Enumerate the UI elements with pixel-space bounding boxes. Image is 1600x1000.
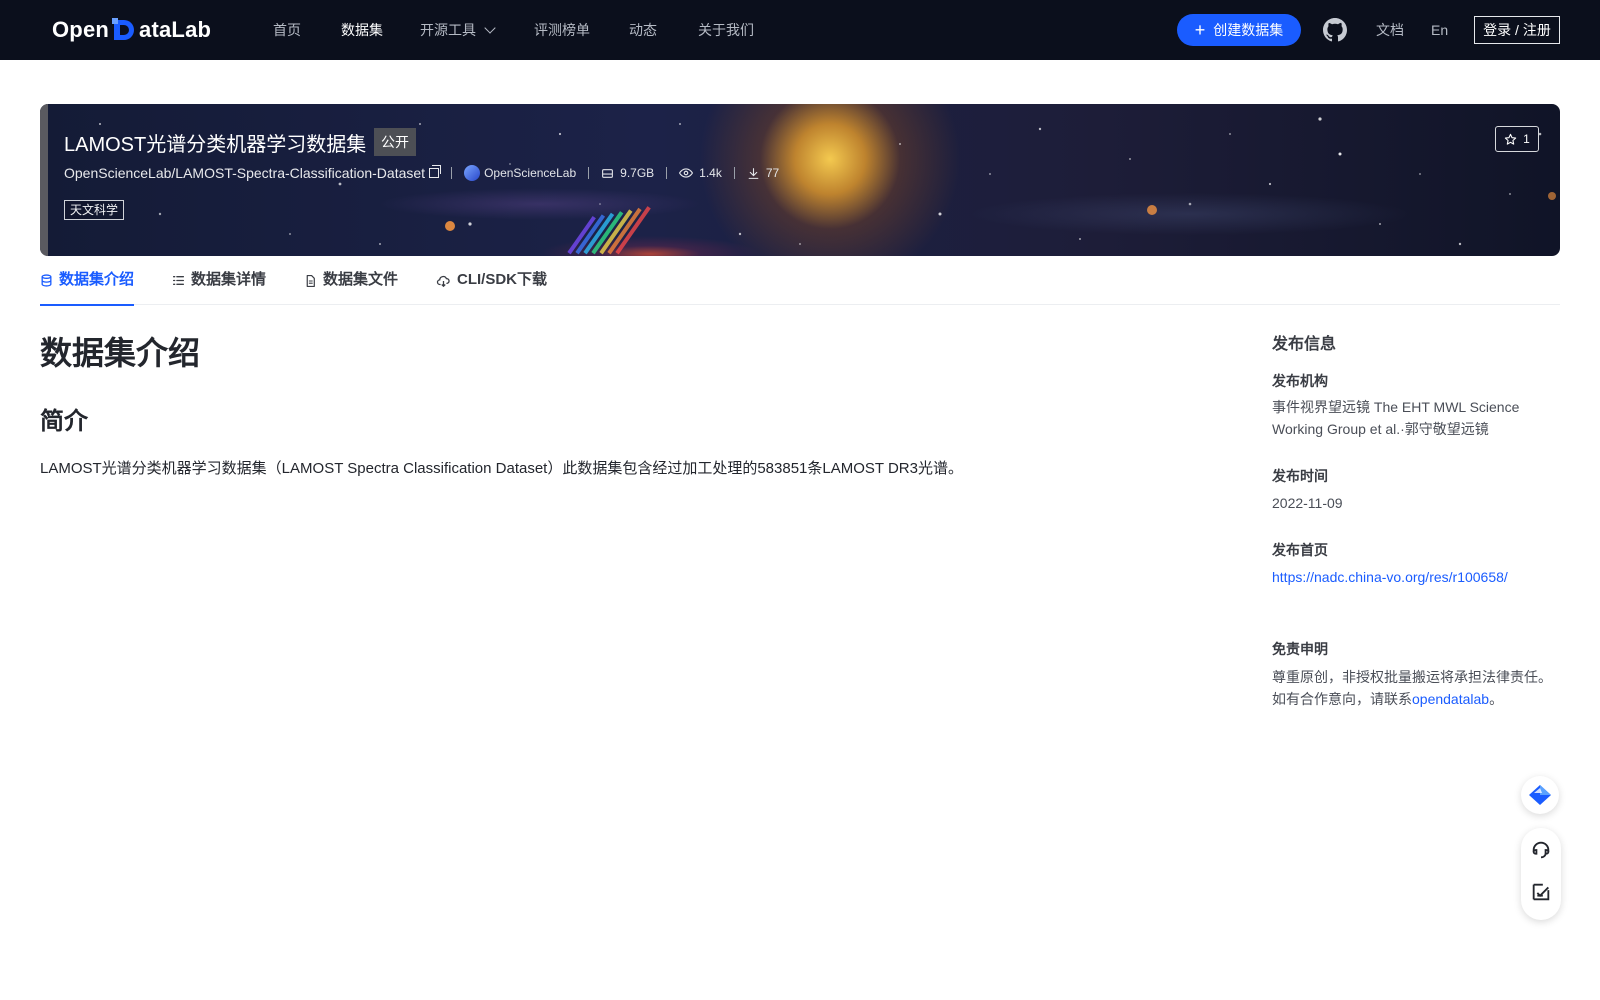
disclaimer-label: 免责申明 [1272, 641, 1328, 657]
dataset-banner: LAMOST光谱分类机器学习数据集 公开 1 OpenScienceLab/LA… [40, 104, 1560, 256]
customer-service-button[interactable] [1529, 838, 1553, 862]
divider [666, 167, 668, 179]
feedback-button[interactable] [1529, 880, 1553, 904]
tab-details[interactable]: 数据集详情 [172, 265, 266, 305]
release-info-title: 发布信息 [1272, 336, 1337, 353]
headset-icon [1532, 841, 1550, 859]
category-tag[interactable]: 天文科学 [64, 200, 125, 220]
github-icon[interactable] [1323, 18, 1347, 42]
dataset-title: LAMOST光谱分类机器学习数据集 [64, 134, 367, 156]
contact-link[interactable]: opendatalab [1412, 691, 1489, 707]
nav-open-source-tools-label: 开源工具 [420, 22, 476, 38]
divider [451, 167, 453, 179]
dataset-size: 9.7GB [620, 166, 655, 180]
nav-leaderboard[interactable]: 评测榜单 [534, 0, 590, 60]
plus-icon: + [1194, 20, 1206, 40]
disclaimer-prefix: 如有合作意向，请联系 [1272, 691, 1412, 707]
repo-path: OpenScienceLab/LAMOST-Spectra-Classifica… [64, 165, 426, 181]
tab-files-label: 数据集文件 [323, 271, 399, 288]
disclaimer-text: 尊重原创，非授权批量搬运将承担法律责任。 如有合作意向，请联系opendatal… [1272, 666, 1562, 710]
list-icon [172, 276, 185, 285]
floating-toolbar [1521, 828, 1561, 920]
nav-news[interactable]: 动态 [629, 0, 657, 60]
edit-note-icon [1532, 883, 1550, 901]
tab-details-label: 数据集详情 [191, 271, 267, 288]
dataset-tabs: 数据集介绍 数据集详情 数据集文件 CLI/SDK下载 [40, 265, 1560, 306]
download-count: 77 [765, 166, 780, 180]
brand-logo[interactable]: Open ataLab [52, 14, 211, 46]
nav-home[interactable]: 首页 [273, 0, 301, 60]
owner-name[interactable]: OpenScienceLab [484, 166, 576, 180]
star-icon [1504, 133, 1517, 145]
publish-date-label: 发布时间 [1272, 468, 1328, 484]
owner-avatar [464, 165, 481, 181]
divider [588, 167, 590, 179]
disclaimer-line-2: 如有合作意向，请联系opendatalab。 [1272, 688, 1562, 710]
nav-docs[interactable]: 文档 [1376, 0, 1404, 60]
tab-introduction-label: 数据集介绍 [59, 271, 135, 288]
tab-introduction[interactable]: 数据集介绍 [40, 265, 135, 306]
homepage-label: 发布首页 [1272, 542, 1328, 558]
homepage-link[interactable]: https://nadc.china-vo.org/res/r100658/ [1272, 566, 1562, 588]
create-dataset-label: 创建数据集 [1213, 22, 1284, 38]
dataset-description: LAMOST光谱分类机器学习数据集（LAMOST Spectra Classif… [40, 460, 963, 477]
publish-date-value: 2022-11-09 [1272, 495, 1343, 511]
nav-language-switch[interactable]: En [1431, 0, 1448, 60]
download-icon [748, 167, 759, 179]
disclaimer-suffix: 。 [1489, 691, 1504, 707]
assistant-float-button[interactable] [1521, 776, 1559, 814]
nav-datasets[interactable]: 数据集 [341, 0, 383, 60]
tab-cli-sdk-label: CLI/SDK下载 [457, 271, 548, 288]
tab-files[interactable]: 数据集文件 [304, 265, 398, 305]
divider [733, 167, 735, 179]
star-button[interactable]: 1 [1495, 126, 1539, 152]
publisher-label: 发布机构 [1272, 373, 1328, 389]
cloud-download-icon [436, 275, 450, 288]
nav-open-source-tools[interactable]: 开源工具 [420, 0, 496, 60]
diamond-logo-icon [1529, 785, 1551, 805]
login-register-button[interactable]: 登录 / 注册 [1474, 16, 1560, 44]
storage-icon [602, 168, 614, 178]
eye-icon [679, 168, 694, 178]
database-icon [41, 274, 52, 287]
disclaimer-line-1: 尊重原创，非授权批量搬运将承担法律责任。 [1272, 669, 1552, 685]
banner-accent-bar [40, 104, 48, 256]
section-heading: 简介 [40, 408, 88, 435]
publisher-value: 事件视界望远镜 The EHT MWL Science Working Grou… [1272, 399, 1520, 437]
dataset-meta-row: OpenScienceLab/LAMOST-Spectra-Classifica… [64, 164, 779, 182]
file-icon [306, 274, 315, 288]
tab-cli-sdk-download[interactable]: CLI/SDK下载 [436, 265, 547, 305]
page-title: 数据集介绍 [40, 335, 201, 371]
star-count: 1 [1523, 132, 1530, 146]
create-dataset-button[interactable]: + 创建数据集 [1177, 14, 1301, 46]
visibility-badge: 公开 [374, 128, 416, 156]
nav-about[interactable]: 关于我们 [698, 0, 754, 60]
copy-icon[interactable] [429, 165, 442, 178]
chevron-down-icon [484, 22, 496, 34]
view-count: 1.4k [699, 166, 722, 180]
top-navbar: Open ataLab 首页 数据集 开源工具 评测榜单 动态 关于我们 + 创… [0, 0, 1600, 60]
logo-d-icon [110, 16, 138, 44]
